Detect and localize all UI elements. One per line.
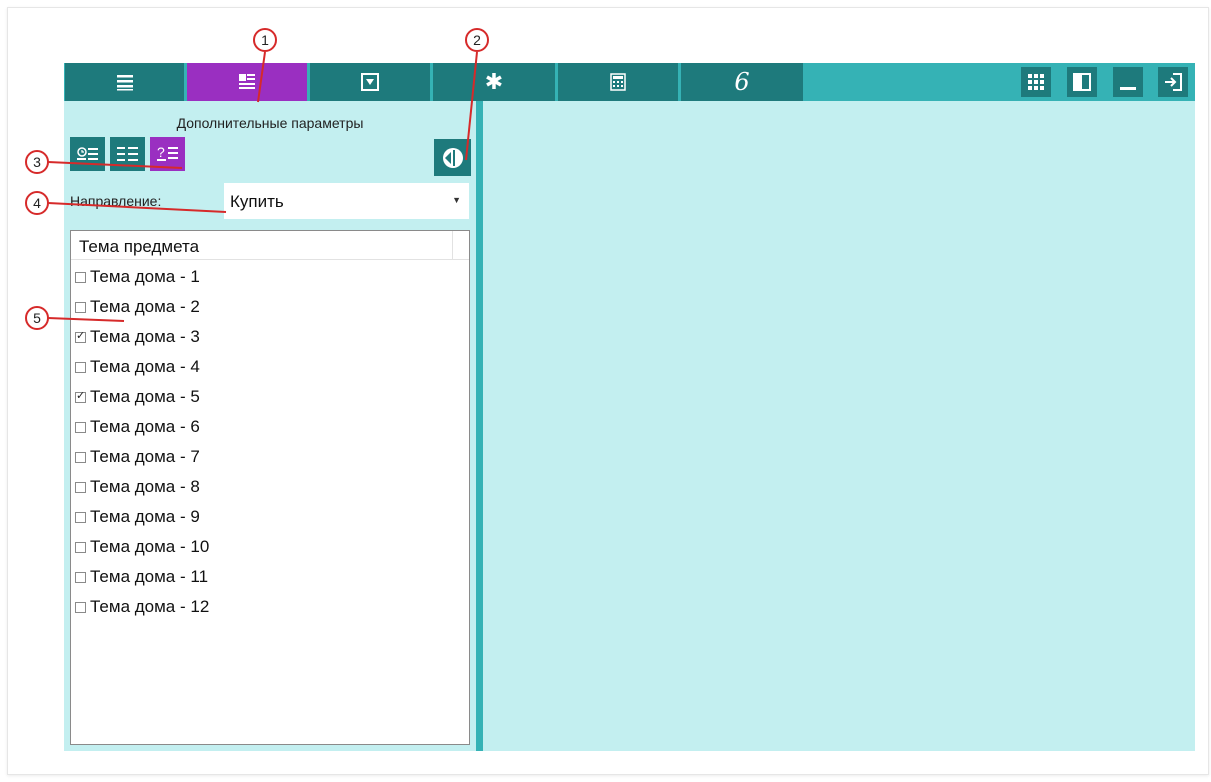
callout-5: 5 [25,306,49,330]
callout-3: 3 [25,150,49,174]
callout-lines [47,51,478,322]
callout-2: 2 [465,28,489,52]
callout-1: 1 [253,28,277,52]
callout-4: 4 [25,191,49,215]
